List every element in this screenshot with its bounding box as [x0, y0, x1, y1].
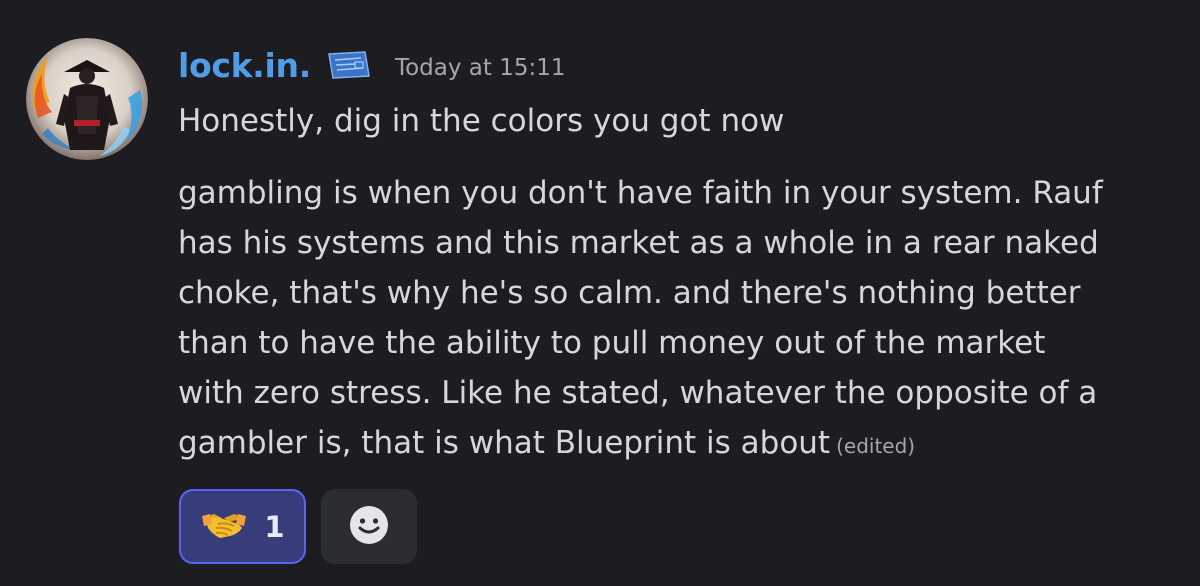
- message-body: gambling is when you don't have faith in…: [178, 168, 1178, 471]
- edited-label: (edited): [836, 434, 916, 458]
- message-header: lock.in. Today at 15:11: [178, 40, 566, 90]
- message-body-line: with zero stress. Like he stated, whatev…: [178, 375, 1098, 411]
- blueprint-badge-icon: [325, 48, 373, 82]
- smiley-icon: [347, 503, 391, 551]
- samurai-avatar-icon: [26, 38, 148, 160]
- reaction-handshake-button[interactable]: 1: [179, 489, 306, 564]
- message-body-line: than to have the ability to pull money o…: [178, 325, 1046, 361]
- chat-message: lock.in. Today at 15:11 Honestly, dig in…: [0, 0, 1200, 586]
- username[interactable]: lock.in.: [178, 46, 311, 85]
- message-body-line: choke, that's why he's so calm. and ther…: [178, 275, 1081, 311]
- message-body-line: gambling is when you don't have faith in…: [178, 175, 1103, 211]
- message-body-line: gambler is, that is what Blueprint is ab…: [178, 425, 831, 461]
- avatar[interactable]: [26, 38, 148, 160]
- timestamp: Today at 15:11: [394, 55, 566, 81]
- handshake-icon: [200, 508, 248, 546]
- message-text-line: Honestly, dig in the colors you got now: [178, 103, 785, 139]
- message-body-last-line: gambler is, that is what Blueprint is ab…: [178, 418, 1178, 471]
- message-body-line: has his systems and this market as a who…: [178, 225, 1099, 261]
- add-reaction-button[interactable]: [321, 489, 417, 564]
- reaction-count: 1: [264, 509, 285, 544]
